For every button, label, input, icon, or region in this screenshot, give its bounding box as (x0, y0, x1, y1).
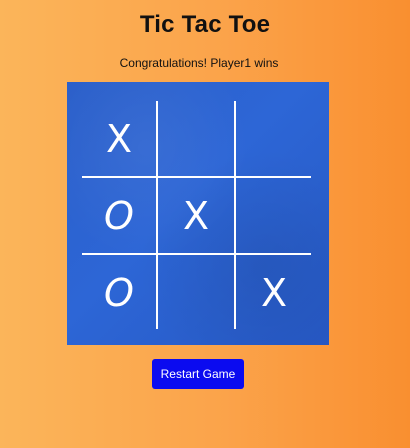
page-title: Tic Tac Toe (139, 11, 271, 38)
cell-2-2[interactable]: X (237, 256, 311, 330)
grid-line-vertical-1 (156, 101, 158, 329)
cell-2-1[interactable] (159, 256, 233, 330)
game-board: X O X O X (67, 82, 329, 345)
grid-line-horizontal-1 (82, 176, 311, 178)
cell-0-1[interactable] (159, 102, 233, 176)
grid-line-horizontal-2 (82, 253, 311, 255)
cell-1-1[interactable]: X (159, 179, 233, 253)
cell-2-0[interactable]: O (82, 256, 156, 330)
game-status: Congratulations! Player1 wins (119, 56, 279, 70)
grid-line-vertical-2 (234, 101, 236, 329)
restart-game-button[interactable]: Restart Game (152, 359, 244, 389)
cell-0-0[interactable]: X (82, 102, 156, 176)
cell-1-0[interactable]: O (82, 179, 156, 253)
cell-1-2[interactable] (237, 179, 311, 253)
cell-0-2[interactable] (237, 102, 311, 176)
